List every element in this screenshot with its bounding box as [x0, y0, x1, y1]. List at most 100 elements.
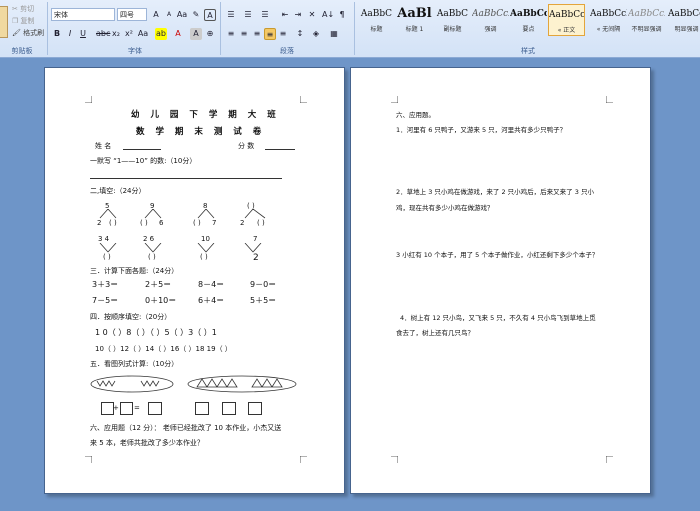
- document-page-2: 六、应用题。 1．河里有 6 只鸭子，又游来 5 只，河里共有多少只鸭子？ 2．…: [350, 67, 651, 494]
- crop-mark: [606, 456, 613, 463]
- clear-format-icon[interactable]: ✎: [190, 9, 202, 21]
- subscript-icon[interactable]: x₂: [110, 28, 122, 40]
- section-3-heading: 三．计算下面各题:（24分）: [90, 267, 179, 275]
- bond-parts: 2 6: [143, 235, 155, 243]
- answer-box[interactable]: [148, 402, 162, 415]
- style-gallery-item[interactable]: AaBbCcDc « 无间隔: [590, 4, 627, 36]
- align-center-icon[interactable]: ≡: [238, 28, 250, 40]
- style-gallery-item[interactable]: AaBbC 标题: [358, 4, 395, 36]
- align-left-icon[interactable]: ≡: [225, 28, 237, 40]
- increase-indent-icon[interactable]: ⇥: [292, 9, 304, 21]
- style-gallery-item[interactable]: AaBbCcDc 明显强调: [668, 4, 700, 36]
- text-direction-icon[interactable]: ✕: [306, 9, 318, 21]
- crop-mark: [391, 96, 398, 103]
- style-gallery-item[interactable]: AaBbCcDc « 正文: [548, 4, 585, 36]
- align-right-icon[interactable]: ≡: [251, 28, 263, 40]
- score-blank[interactable]: [265, 149, 295, 150]
- bond-lines: [99, 209, 266, 219]
- bond-part: ( ): [109, 219, 117, 227]
- section-6-line1: 六、应用题（12 分）： 老师已经批改了 10 本作业，小杰又送: [90, 424, 282, 432]
- question-4-line2: 食去了，树上还有几只鸟？: [396, 329, 474, 337]
- numbering-icon[interactable]: ☰: [242, 9, 254, 21]
- picture-problem: [90, 375, 297, 393]
- calc-item: 8－4＝: [198, 280, 225, 289]
- distributed-icon[interactable]: ≡: [277, 28, 289, 40]
- answer-line[interactable]: [90, 178, 282, 179]
- phonetic-icon[interactable]: A: [204, 9, 216, 21]
- style-preview: AaBl: [397, 6, 432, 21]
- change-case-icon[interactable]: Aa: [176, 9, 188, 21]
- calc-item: 3＋3＝: [92, 280, 119, 289]
- char-shading-icon[interactable]: A: [190, 28, 202, 40]
- style-preview: AaBbC: [436, 9, 469, 19]
- font-name-combo[interactable]: 宋体: [51, 8, 115, 21]
- cut-label: 剪切: [20, 5, 35, 13]
- bond-part: ( ): [140, 219, 148, 227]
- bond-whole: ( ): [103, 253, 111, 261]
- bond-lines: [99, 243, 262, 253]
- font-size-combo[interactable]: 四号: [117, 8, 147, 21]
- multilevel-list-icon[interactable]: ☰: [259, 9, 271, 21]
- font-name-value: 宋体: [54, 11, 68, 19]
- bond-part: 2: [240, 219, 245, 227]
- style-name: 标题: [370, 26, 383, 33]
- font-color-icon[interactable]: A: [172, 28, 184, 40]
- italic-icon[interactable]: I: [64, 28, 76, 40]
- shrink-font-icon[interactable]: A: [163, 9, 175, 21]
- name-blank[interactable]: [123, 149, 161, 150]
- bond-parts: 10: [201, 235, 210, 243]
- crop-mark: [391, 456, 398, 463]
- line-spacing-icon[interactable]: ↕: [294, 28, 306, 40]
- style-gallery-item[interactable]: AaBbCcD 要点: [510, 4, 547, 36]
- bond-part: 7: [212, 219, 217, 227]
- text-effect-icon[interactable]: Aa: [137, 28, 149, 40]
- calc-item: 2＋5＝: [145, 280, 172, 289]
- style-gallery-item[interactable]: AaBbCcD 强调: [472, 4, 509, 36]
- section-4-heading: 四．按顺序填空:（20分）: [90, 313, 172, 321]
- equals-sign: =: [134, 404, 140, 412]
- shading-icon[interactable]: ◈: [310, 28, 322, 40]
- plus-sign: +: [113, 404, 119, 412]
- borders-icon[interactable]: ▦: [328, 28, 340, 40]
- ribbon: 粘贴 ✂ 剪切 ❐ 复制 🖌 格式刷 剪贴板 宋体 四号 A A Aa ✎ A …: [0, 0, 700, 58]
- bullets-icon[interactable]: ☰: [225, 9, 237, 21]
- answer-box[interactable]: [195, 402, 209, 415]
- justify-icon[interactable]: ≡: [264, 28, 276, 40]
- bond-part: 2: [97, 219, 102, 227]
- section-5-heading: 五．看图列式计算:（10分）: [90, 360, 179, 368]
- show-marks-icon[interactable]: ¶: [336, 9, 348, 21]
- font-size-value: 四号: [120, 11, 134, 19]
- answer-box[interactable]: [248, 402, 262, 415]
- sequence-row-2: 10（ ）12（ ）14（ ）16（ ）18 19（ ）: [95, 345, 232, 353]
- style-gallery-item[interactable]: AaBbCcDc 不明显强调: [628, 4, 665, 36]
- char-border-icon[interactable]: ⊕: [204, 28, 216, 40]
- answer-box[interactable]: [222, 402, 236, 415]
- styles-group-label: 样式: [521, 47, 535, 55]
- format-painter-button[interactable]: 🖌 格式刷: [12, 28, 44, 38]
- cut-button[interactable]: ✂ 剪切: [12, 4, 34, 14]
- crop-mark: [300, 96, 307, 103]
- style-gallery-item[interactable]: AaBbC 副标题: [434, 4, 471, 36]
- superscript-icon[interactable]: x²: [123, 28, 135, 40]
- bond-whole: ( ): [200, 253, 208, 261]
- crop-mark: [85, 96, 92, 103]
- score-label: 分 数: [238, 142, 255, 150]
- calc-item: 6＋4＝: [198, 296, 225, 305]
- underline-icon[interactable]: U: [77, 28, 89, 40]
- bond-parts: 7: [253, 235, 258, 243]
- section-2-heading: 二,填空:（24分）: [90, 187, 146, 195]
- paste-button[interactable]: [0, 6, 8, 38]
- decrease-indent-icon[interactable]: ⇤: [279, 9, 291, 21]
- style-gallery-item[interactable]: AaBl 标题 1: [396, 4, 433, 36]
- grow-font-icon[interactable]: A: [150, 9, 162, 21]
- strikethrough-icon[interactable]: abc: [96, 28, 110, 40]
- applied-heading: 六、应用题。: [396, 111, 435, 119]
- copy-button[interactable]: ❐ 复制: [12, 16, 35, 26]
- sort-icon[interactable]: A↓: [322, 9, 334, 21]
- highlight-icon[interactable]: ab: [155, 28, 167, 40]
- bold-icon[interactable]: B: [51, 28, 63, 40]
- answer-box[interactable]: [120, 402, 133, 415]
- style-name: 要点: [522, 26, 535, 33]
- style-name: 副标题: [443, 26, 462, 33]
- style-preview: AaBbCcD: [510, 9, 547, 19]
